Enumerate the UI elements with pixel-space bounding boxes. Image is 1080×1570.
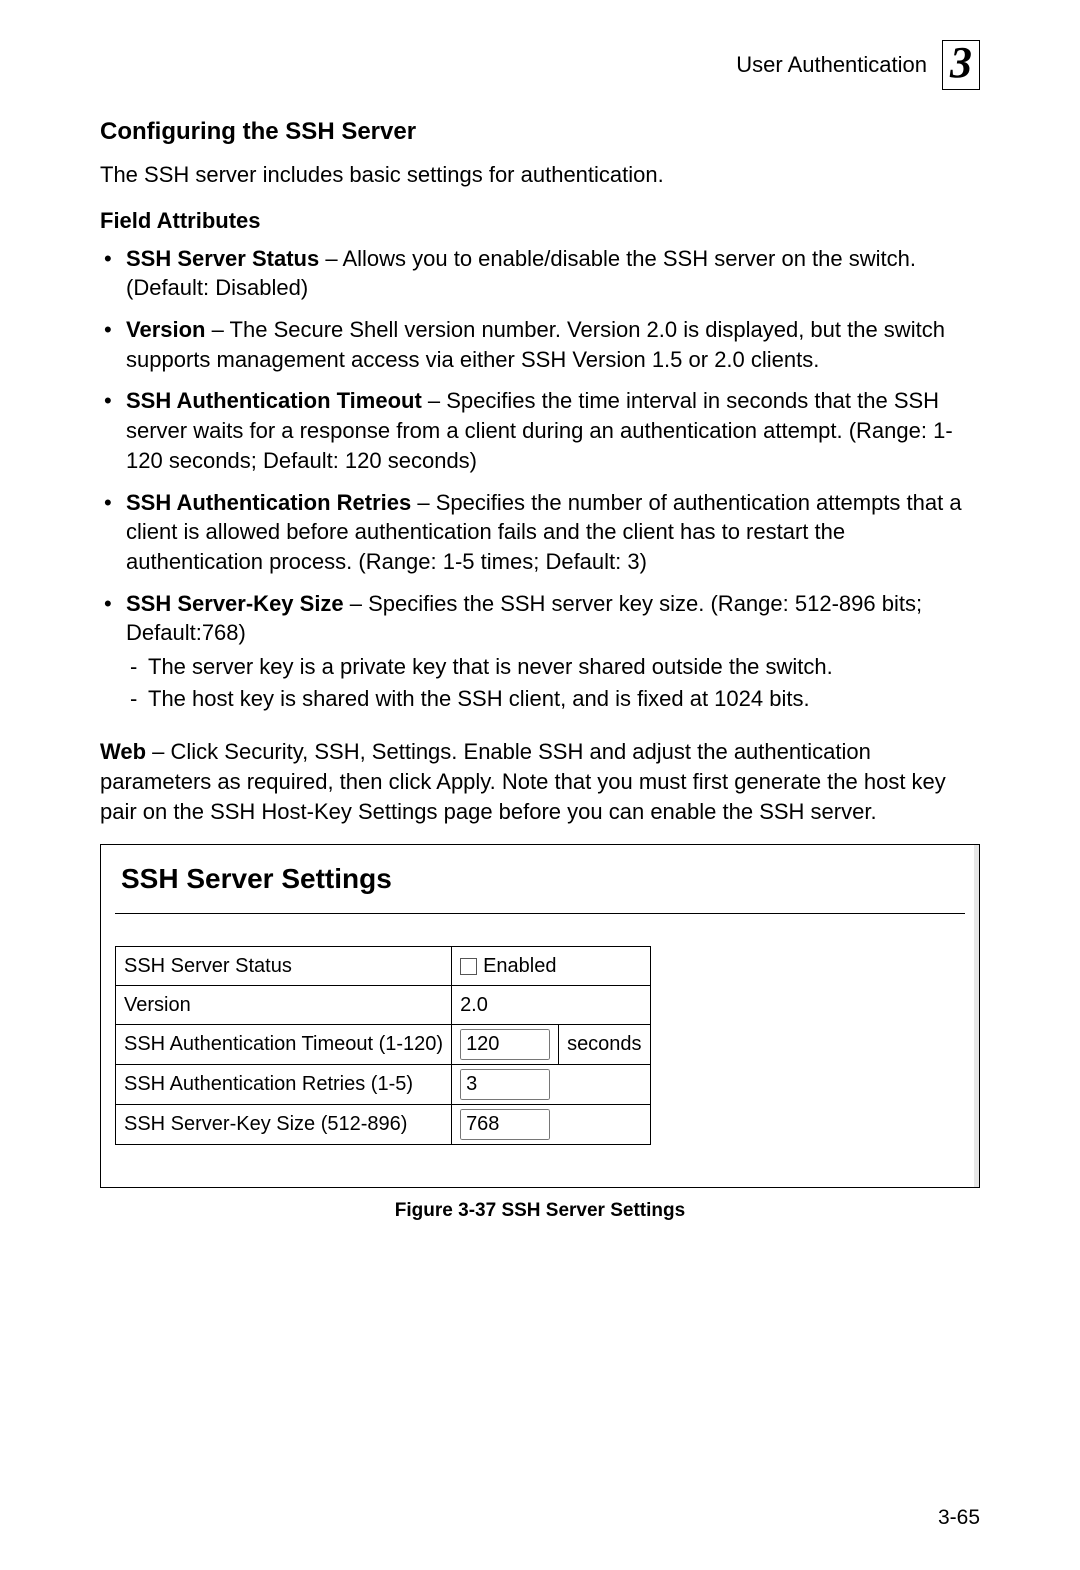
list-item: SSH Authentication Timeout – Specifies t… — [100, 386, 980, 475]
row-label: SSH Authentication Timeout (1-120) — [116, 1025, 452, 1065]
header-title: User Authentication — [736, 52, 927, 78]
row-value — [452, 1105, 651, 1145]
row-value — [452, 1065, 651, 1105]
list-item: SSH Server Status – Allows you to enable… — [100, 244, 980, 303]
retries-input[interactable] — [460, 1069, 550, 1100]
intro-paragraph: The SSH server includes basic settings f… — [100, 160, 980, 190]
timeout-input[interactable] — [460, 1029, 550, 1060]
settings-table: SSH Server Status Enabled Version 2.0 SS… — [115, 946, 651, 1145]
table-row: Version 2.0 — [116, 986, 651, 1025]
row-label: SSH Server Status — [116, 947, 452, 986]
list-item: Version – The Secure Shell version numbe… — [100, 315, 980, 374]
row-label: Version — [116, 986, 452, 1025]
attributes-list: SSH Server Status – Allows you to enable… — [100, 244, 980, 714]
sub-list-item: The host key is shared with the SSH clie… — [126, 684, 980, 714]
list-item: SSH Authentication Retries – Specifies t… — [100, 488, 980, 577]
table-row: SSH Authentication Retries (1-5) — [116, 1065, 651, 1105]
page-number: 3-65 — [938, 1506, 980, 1530]
chapter-number-box: 3 — [942, 40, 980, 90]
panel-divider — [115, 913, 965, 914]
figure-caption: Figure 3-37 SSH Server Settings — [100, 1200, 980, 1222]
section-heading: Configuring the SSH Server — [100, 118, 980, 146]
row-value — [452, 1025, 559, 1065]
page-container: User Authentication 3 Configuring the SS… — [0, 0, 1080, 1570]
field-attributes-heading: Field Attributes — [100, 208, 980, 234]
row-value: Enabled — [452, 947, 651, 986]
page-header: User Authentication 3 — [100, 40, 980, 90]
checkbox-icon[interactable] — [460, 958, 477, 975]
sub-list: The server key is a private key that is … — [126, 652, 980, 713]
keysize-input[interactable] — [460, 1109, 550, 1140]
panel-title: SSH Server Settings — [121, 863, 965, 895]
web-paragraph: Web – Click Security, SSH, Settings. Ena… — [100, 737, 980, 826]
sub-list-item: The server key is a private key that is … — [126, 652, 980, 682]
figure-screenshot: SSH Server Settings SSH Server Status En… — [100, 844, 980, 1188]
row-label: SSH Server-Key Size (512-896) — [116, 1105, 452, 1145]
row-value: 2.0 — [452, 986, 651, 1025]
row-unit: seconds — [559, 1025, 651, 1065]
table-row: SSH Server Status Enabled — [116, 947, 651, 986]
list-item: SSH Server-Key Size – Specifies the SSH … — [100, 589, 980, 714]
row-label: SSH Authentication Retries (1-5) — [116, 1065, 452, 1105]
table-row: SSH Authentication Timeout (1-120) secon… — [116, 1025, 651, 1065]
table-row: SSH Server-Key Size (512-896) — [116, 1105, 651, 1145]
